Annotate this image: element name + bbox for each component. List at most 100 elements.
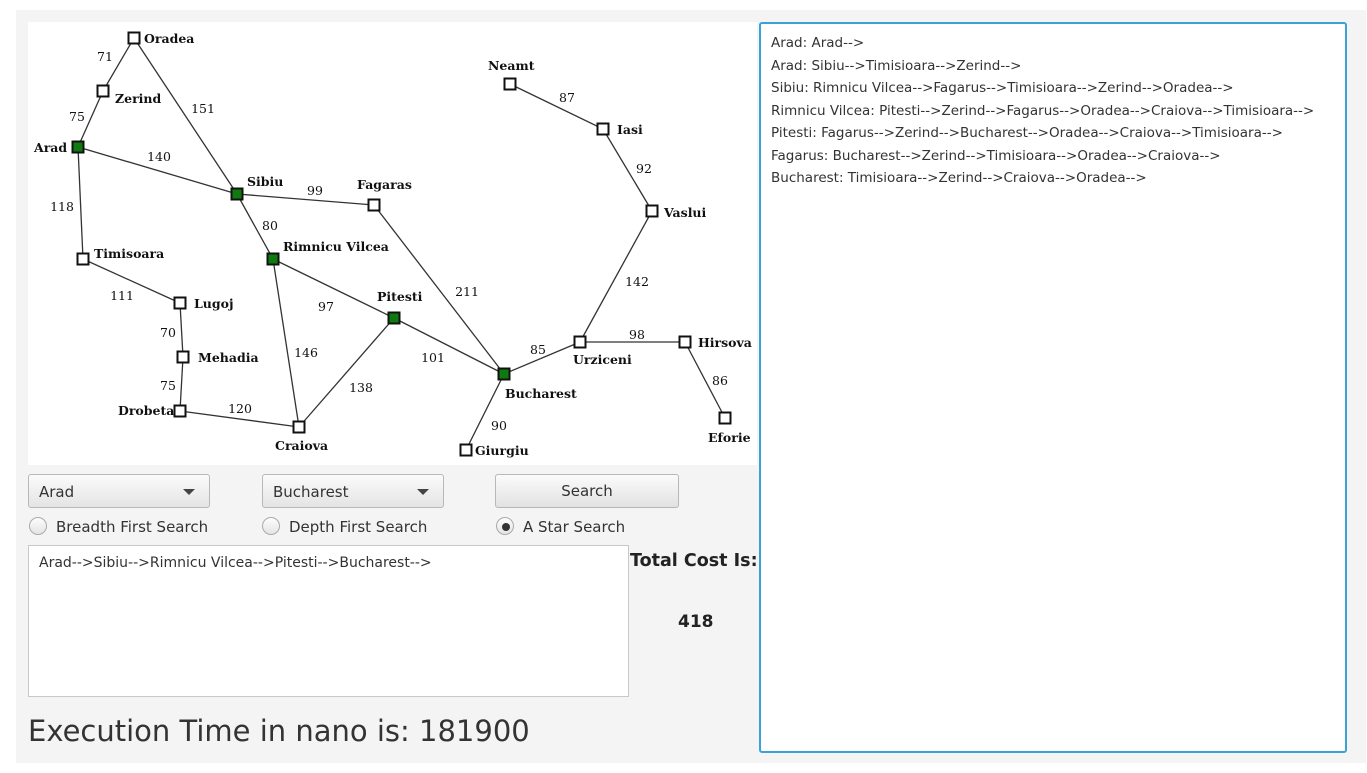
chevron-down-icon — [417, 489, 429, 495]
distance-label: 75 — [69, 109, 85, 124]
total-cost-value: 418 — [678, 612, 714, 632]
distance-label: 98 — [629, 327, 645, 342]
distance-label: 101 — [421, 350, 445, 365]
road-pitesti-bucharest — [393, 317, 505, 375]
chevron-down-icon — [183, 489, 195, 495]
city-node-timisoara — [76, 252, 90, 266]
map-canvas: 71 75 151 140 118 99 80 111 70 75 120 146 97 138 101 21… — [33, 31, 752, 458]
radio-label: Depth First Search — [289, 518, 428, 536]
city-label-arad: Arad — [33, 140, 67, 155]
road-rimnicu-craiova — [272, 258, 300, 428]
city-label-craiova: Craiova — [275, 438, 328, 453]
city-label-eforie: Eforie — [708, 430, 751, 445]
city-node-neamt — [503, 77, 517, 91]
city-node-giurgiu — [459, 443, 473, 457]
distance-label: 111 — [110, 288, 134, 303]
road-sibiu-fagaras — [236, 193, 375, 206]
search-button[interactable]: Search — [495, 474, 679, 508]
road-oradea-zerind — [102, 37, 135, 92]
radio-label: Breadth First Search — [56, 518, 209, 536]
distance-label: 85 — [530, 342, 546, 357]
city-node-iasi — [596, 122, 610, 136]
search-log-textarea[interactable]: Arad: Arad--> Arad: Sibiu-->Timisioara--… — [759, 22, 1347, 753]
city-node-fagaras — [367, 198, 381, 212]
city-label-timisoara: Timisoara — [94, 246, 164, 261]
city-node-drobeta — [173, 404, 187, 418]
road-iasi-neamt — [509, 83, 604, 130]
city-node-arad — [71, 140, 85, 154]
city-node-vaslui — [645, 204, 659, 218]
distance-label: 142 — [625, 274, 649, 289]
source-city-value: Arad — [39, 483, 75, 501]
log-line: Arad: Arad--> — [771, 35, 865, 51]
city-node-pitesti — [387, 311, 401, 325]
destination-city-value: Bucharest — [273, 483, 349, 501]
result-path-text: Arad-->Sibiu-->Rimnicu Vilcea-->Pitesti-… — [39, 555, 432, 571]
radio-circle-icon — [496, 517, 514, 535]
road-oradea-sibiu — [133, 37, 238, 195]
radio-circle-icon — [262, 517, 280, 535]
distance-label: 118 — [50, 199, 74, 214]
distance-label: 71 — [97, 49, 113, 64]
city-node-eforie — [718, 411, 732, 425]
city-label-iasi: Iasi — [617, 122, 643, 137]
distance-label: 138 — [349, 380, 373, 395]
radio-dot-icon — [502, 523, 510, 531]
source-city-combobox[interactable]: Arad — [28, 474, 210, 508]
radio-circle-icon — [29, 517, 47, 535]
city-label-oradea: Oradea — [144, 31, 194, 46]
city-label-vaslui: Vaslui — [663, 205, 707, 220]
road-mehadia-drobeta — [179, 356, 184, 412]
distance-label: 75 — [160, 378, 176, 393]
city-label-pitesti: Pitesti — [377, 289, 423, 304]
road-arad-timisoara — [77, 146, 84, 260]
road-lugoj-mehadia — [179, 302, 184, 358]
distance-label: 87 — [559, 90, 575, 105]
city-label-bucharest: Bucharest — [505, 386, 577, 401]
radio-label: A Star Search — [523, 518, 626, 536]
log-line: Fagarus: Bucharest-->Zerind-->Timisioara… — [771, 147, 1221, 164]
city-label-mehadia: Mehadia — [198, 350, 259, 365]
road-bucharest-giurgiu — [465, 373, 505, 451]
city-label-urziceni: Urziceni — [573, 352, 632, 367]
city-label-zerind: Zerind — [115, 91, 162, 106]
road-craiova-pitesti — [298, 317, 395, 428]
log-line: Sibiu: Rimnicu Vilcea-->Fagarus-->Timisi… — [771, 80, 1234, 96]
city-node-craiova — [292, 420, 306, 434]
distance-label: 80 — [262, 218, 278, 233]
distance-label: 97 — [318, 299, 334, 314]
distance-label: 140 — [147, 149, 171, 164]
romania-map: 71 75 151 140 118 99 80 111 70 75 120 146 97 138 101 21… — [28, 22, 757, 465]
city-label-sibiu: Sibiu — [247, 174, 283, 189]
city-label-hirsova: Hirsova — [698, 335, 752, 350]
distance-label: 120 — [228, 401, 252, 416]
city-node-sibiu — [230, 187, 244, 201]
city-label-neamt: Neamt — [488, 58, 535, 73]
destination-city-combobox[interactable]: Bucharest — [262, 474, 444, 508]
distance-label: 90 — [491, 418, 507, 433]
city-label-fagaras: Fagaras — [357, 177, 412, 192]
log-line: Rimnicu Vilcea: Pitesti-->Zerind-->Fagar… — [771, 102, 1315, 119]
result-path-textarea[interactable]: Arad-->Sibiu-->Rimnicu Vilcea-->Pitesti-… — [28, 545, 629, 697]
log-line: Pitesti: Fagarus-->Zerind-->Bucharest-->… — [771, 125, 1283, 141]
distance-label: 146 — [294, 345, 318, 360]
city-node-hirsova — [678, 335, 692, 349]
city-node-zerind — [96, 84, 110, 98]
city-node-lugoj — [173, 296, 187, 310]
distance-label: 211 — [455, 284, 479, 299]
city-label-rimnicu: Rimnicu Vilcea — [283, 239, 389, 254]
city-label-drobeta: Drobeta — [118, 403, 174, 418]
city-node-mehadia — [176, 350, 190, 364]
distance-label: 99 — [307, 183, 323, 198]
distance-label: 92 — [636, 161, 652, 176]
distance-label: 151 — [191, 101, 215, 116]
city-node-bucharest — [497, 367, 511, 381]
distance-label: 86 — [712, 373, 728, 388]
city-label-lugoj: Lugoj — [194, 296, 233, 311]
city-node-rimnicu — [266, 252, 280, 266]
log-line: Bucharest: Timisioara-->Zerind-->Craiova… — [771, 170, 1147, 186]
execution-time-label: Execution Time in nano is: 181900 — [28, 714, 530, 748]
city-node-oradea — [127, 31, 141, 45]
distance-label: 70 — [160, 325, 176, 340]
city-node-urziceni — [573, 335, 587, 349]
